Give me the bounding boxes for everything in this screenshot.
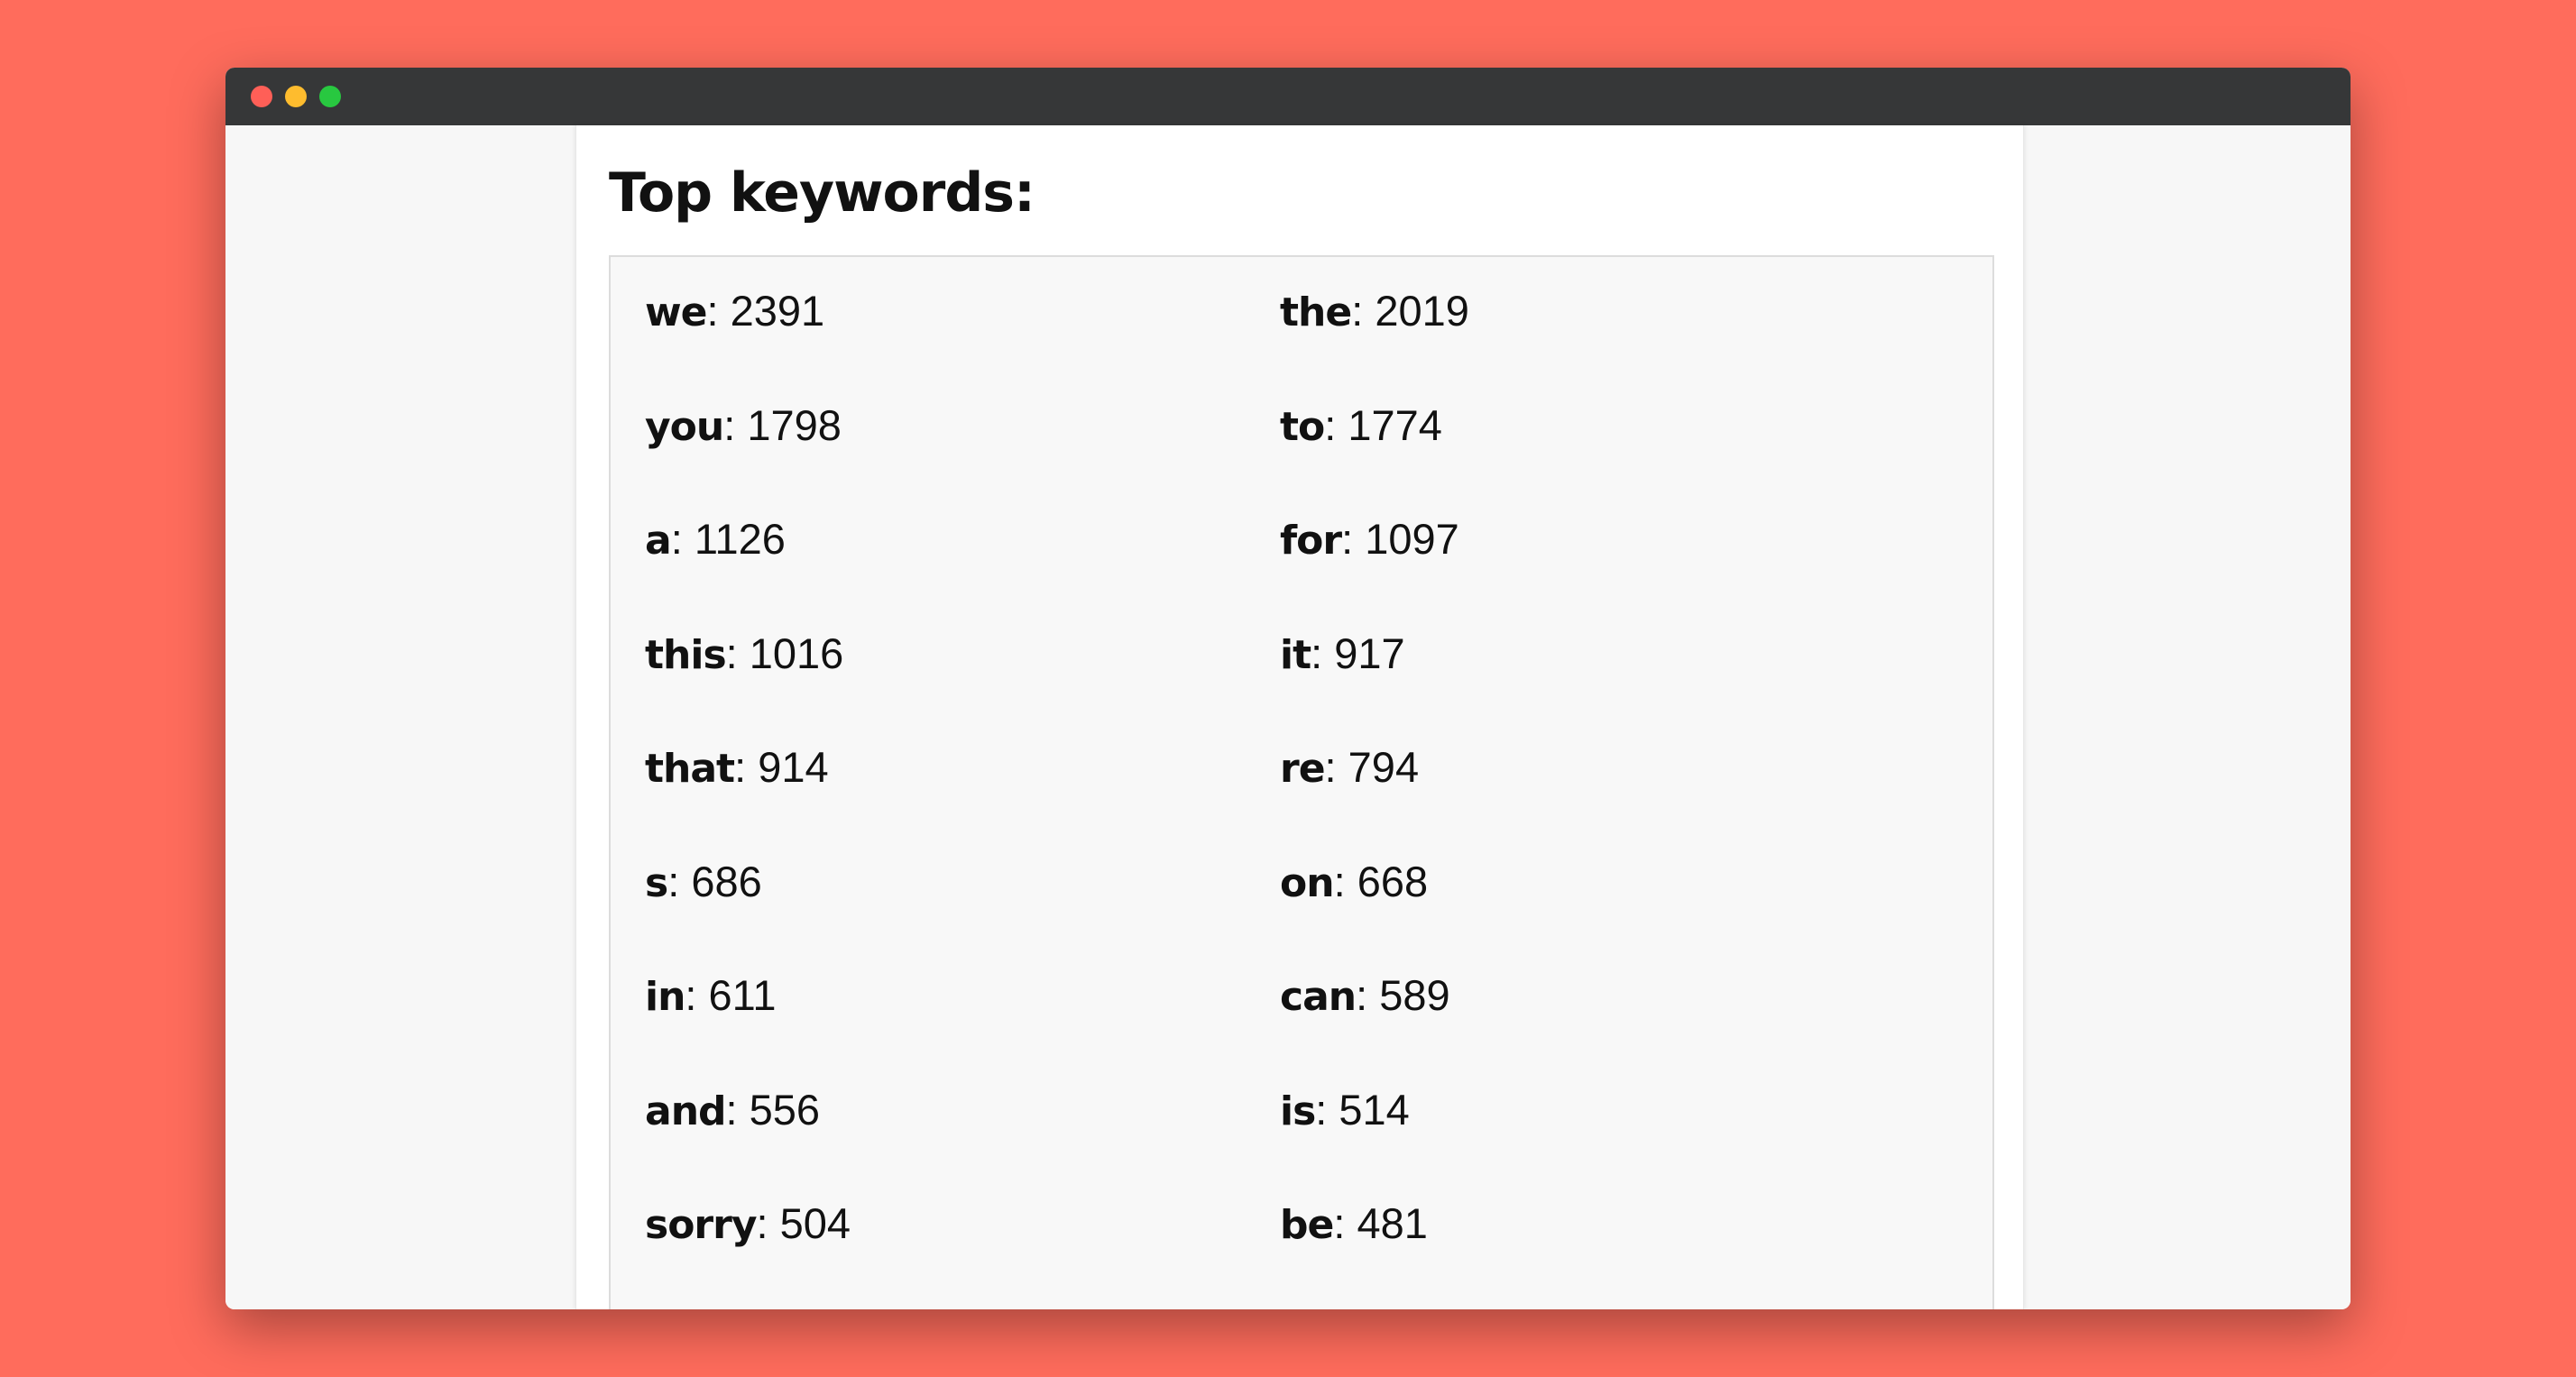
keywords-grid: we: 2391 the: 2019 you: 1798 to: 1774 a: 112… [645, 284, 1915, 1309]
keyword-item: and: 556 [645, 1083, 1280, 1198]
keyword-separator: : [725, 629, 750, 677]
keyword-item: is: 514 [1280, 1083, 1915, 1198]
keyword-item: can: 589 [1280, 968, 1915, 1083]
keyword-separator: : [1333, 1199, 1357, 1247]
keyword-word: this [645, 631, 727, 678]
keyword-separator: : [1333, 857, 1357, 905]
keyword-count: 1016 [749, 629, 844, 677]
keyword-count: 611 [708, 971, 777, 1019]
keyword-item: this: 1016 [645, 627, 1280, 741]
page-card: Top keywords: we: 2391 the: 2019 you: 1798… [575, 125, 2024, 1309]
keyword-count: 1774 [1348, 400, 1442, 449]
keyword-word: it [1280, 631, 1311, 678]
keyword-word: you [645, 403, 724, 450]
keyword-count: 2391 [730, 287, 825, 335]
keyword-separator: : [734, 743, 759, 791]
keyword-count: 914 [758, 743, 829, 791]
keyword-item: that: 914 [645, 740, 1280, 855]
close-window-button[interactable] [251, 86, 272, 107]
keyword-word: for [1280, 518, 1342, 564]
keyword-item: a: 1126 [645, 512, 1280, 627]
keyword-word: is [1280, 1088, 1316, 1134]
keyword-count: 1798 [747, 400, 842, 449]
keyword-word: can [1280, 974, 1357, 1020]
keyword-separator: : [1324, 400, 1348, 449]
browser-window: Top keywords: we: 2391 the: 2019 you: 1798… [225, 68, 2351, 1309]
keyword-separator: : [670, 515, 695, 563]
keyword-separator: : [756, 1199, 780, 1247]
keyword-separator: : [1356, 971, 1380, 1019]
keyword-separator: : [725, 1085, 750, 1134]
minimize-window-button[interactable] [285, 86, 307, 107]
keyword-word: that [645, 746, 735, 792]
keyword-count: 589 [1379, 971, 1450, 1019]
keyword-item: s: 686 [645, 855, 1280, 969]
maximize-window-button[interactable] [319, 86, 341, 107]
keyword-word: s [645, 859, 668, 906]
keyword-separator: : [1324, 743, 1348, 791]
keyword-word: a [645, 518, 672, 564]
keyword-count: 668 [1357, 857, 1429, 905]
keyword-separator: : [706, 287, 731, 335]
page-title: Top keywords: [609, 161, 1035, 225]
keyword-item: you: 1798 [645, 399, 1280, 513]
keyword-word: re [1280, 746, 1326, 792]
content-area: Top keywords: we: 2391 the: 2019 you: 1798… [225, 125, 2351, 1309]
keyword-item: on: 668 [1280, 855, 1915, 969]
keyword-count: 556 [749, 1085, 821, 1134]
keyword-word: the [1280, 289, 1352, 335]
keyword-count: 1126 [694, 515, 786, 563]
keyword-count: 794 [1348, 743, 1420, 791]
keyword-item: be: 481 [1280, 1197, 1915, 1309]
keyword-item: it: 917 [1280, 627, 1915, 741]
keyword-item: in: 611 [645, 968, 1280, 1083]
keyword-separator: : [685, 971, 709, 1019]
keyword-word: be [1280, 1202, 1334, 1248]
keyword-word: to [1280, 403, 1325, 450]
keyword-item: to: 1774 [1280, 399, 1915, 513]
keyword-item: sorry: 504 [645, 1197, 1280, 1309]
keyword-count: 481 [1357, 1199, 1428, 1247]
keyword-item: re: 794 [1280, 740, 1915, 855]
keyword-count: 2019 [1375, 287, 1469, 335]
keyword-count: 917 [1334, 629, 1405, 677]
keyword-word: and [645, 1088, 727, 1134]
keyword-separator: : [1351, 287, 1375, 335]
keyword-word: sorry [645, 1202, 757, 1248]
keyword-item: the: 2019 [1280, 284, 1915, 399]
keywords-panel: we: 2391 the: 2019 you: 1798 to: 1774 a: 112… [609, 255, 1994, 1309]
keyword-count: 504 [779, 1199, 851, 1247]
keyword-word: we [645, 289, 707, 335]
keyword-count: 1097 [1365, 515, 1459, 563]
keyword-word: on [1280, 859, 1335, 906]
keyword-separator: : [723, 400, 748, 449]
keyword-separator: : [1311, 629, 1335, 677]
keyword-item: for: 1097 [1280, 512, 1915, 627]
keyword-word: in [645, 974, 685, 1020]
keyword-count: 514 [1339, 1085, 1410, 1134]
keyword-separator: : [667, 857, 692, 905]
keyword-count: 686 [691, 857, 762, 905]
window-titlebar [225, 68, 2351, 125]
keyword-separator: : [1315, 1085, 1339, 1134]
keyword-item: we: 2391 [645, 284, 1280, 399]
keyword-separator: : [1341, 515, 1366, 563]
